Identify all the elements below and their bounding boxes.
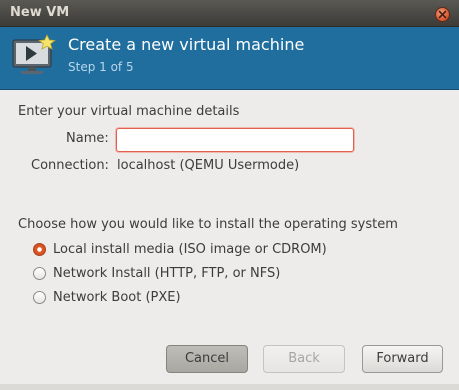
radio-button[interactable] <box>33 266 46 280</box>
cancel-button[interactable]: Cancel <box>166 345 248 373</box>
radio-label[interactable]: Network Boot (PXE) <box>53 290 181 305</box>
back-button[interactable]: Back <box>263 345 345 373</box>
forward-button[interactable]: Forward <box>362 345 443 373</box>
wizard-header: Create a new virtual machine Step 1 of 5 <box>0 27 459 90</box>
radio-label[interactable]: Local install media (ISO image or CDROM) <box>53 242 327 257</box>
name-label: Name: <box>66 131 109 146</box>
radio-label[interactable]: Network Install (HTTP, FTP, or NFS) <box>53 266 280 281</box>
radio-button[interactable] <box>33 290 46 304</box>
connection-label: Connection: <box>31 158 109 173</box>
window-bottom-edge <box>0 384 459 390</box>
close-icon[interactable] <box>435 7 450 22</box>
new-vm-monitor-icon <box>11 34 57 82</box>
radio-local-install[interactable]: Local install media (ISO image or CDROM) <box>33 240 327 258</box>
radio-network-install[interactable]: Network Install (HTTP, FTP, or NFS) <box>33 264 280 282</box>
wizard-step: Step 1 of 5 <box>68 60 134 74</box>
title-bar[interactable]: New VM <box>0 0 459 27</box>
name-input[interactable] <box>116 128 354 152</box>
connection-value: localhost (QEMU Usermode) <box>117 158 300 173</box>
install-section-label: Choose how you would like to install the… <box>18 217 398 232</box>
window-title: New VM <box>10 5 70 20</box>
new-vm-dialog: New VM Create a new virtual machine Step… <box>0 0 459 390</box>
details-section-label: Enter your virtual machine details <box>18 104 240 119</box>
wizard-title: Create a new virtual machine <box>68 35 305 54</box>
radio-network-boot[interactable]: Network Boot (PXE) <box>33 288 181 306</box>
radio-button-checked[interactable] <box>33 242 46 256</box>
